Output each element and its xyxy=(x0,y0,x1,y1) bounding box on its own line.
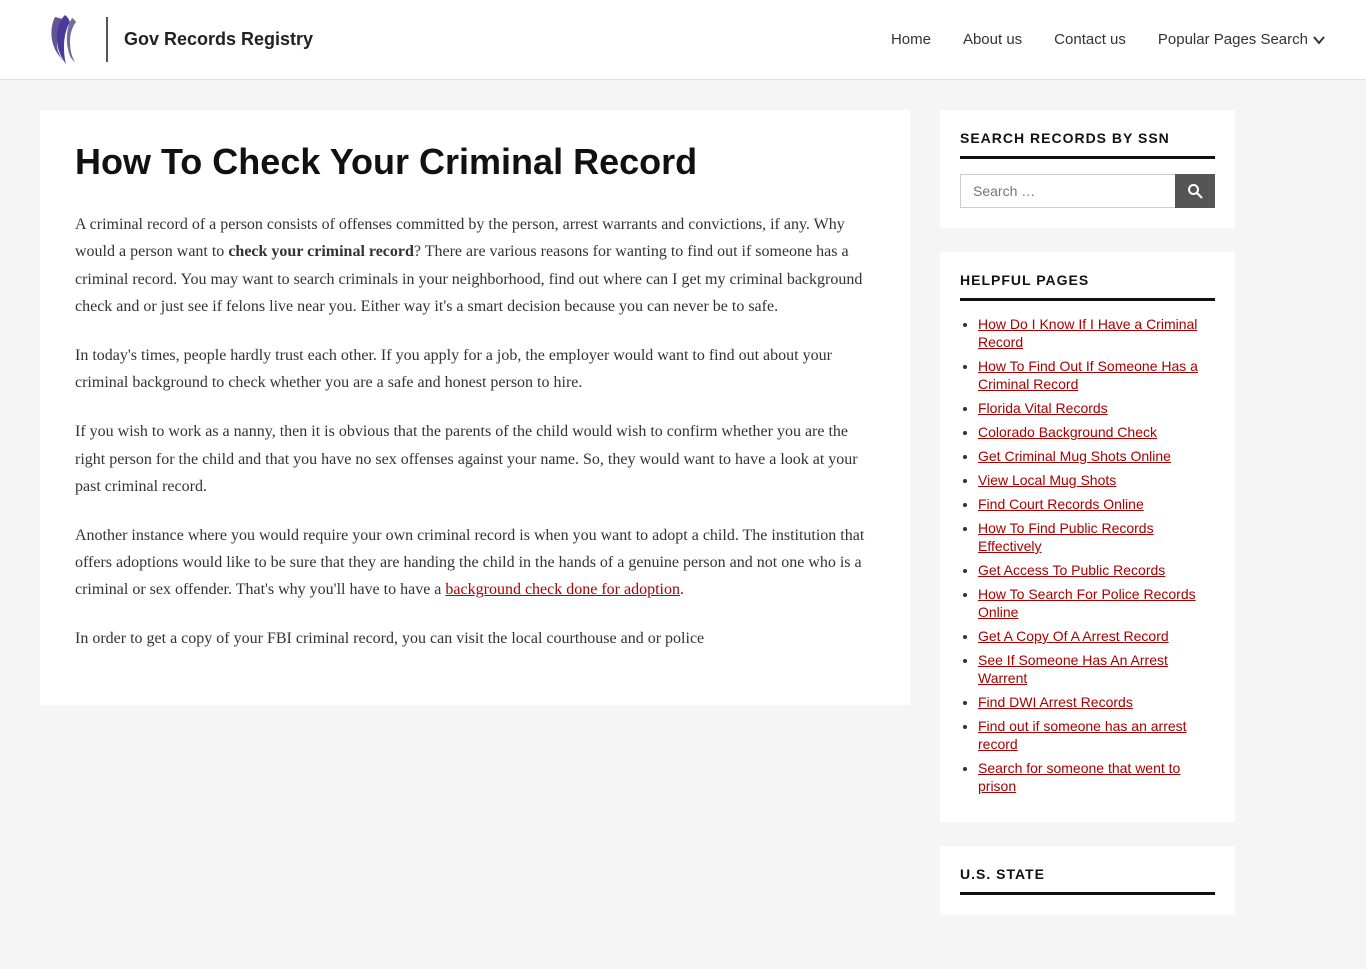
helpful-link-13[interactable]: Find out if someone has an arrest record xyxy=(978,718,1187,752)
page-wrapper: How To Check Your Criminal Record A crim… xyxy=(0,80,1366,969)
search-widget-title: SEARCH RECORDS BY SSN xyxy=(960,130,1215,159)
logo-icon xyxy=(40,12,90,67)
list-item: Find DWI Arrest Records xyxy=(978,694,1215,712)
search-widget: SEARCH RECORDS BY SSN xyxy=(940,110,1235,228)
helpful-link-10[interactable]: Get A Copy Of A Arrest Record xyxy=(978,628,1169,644)
chevron-down-icon xyxy=(1312,33,1326,47)
nav-popular-pages[interactable]: Popular Pages Search xyxy=(1158,31,1326,48)
list-item: Search for someone that went to prison xyxy=(978,760,1215,796)
search-row xyxy=(960,174,1215,208)
list-item: Get A Copy Of A Arrest Record xyxy=(978,628,1215,646)
helpful-link-14[interactable]: Search for someone that went to prison xyxy=(978,760,1180,794)
helpful-link-2[interactable]: Florida Vital Records xyxy=(978,400,1108,416)
article-paragraph-3: If you wish to work as a nanny, then it … xyxy=(75,418,875,500)
search-button[interactable] xyxy=(1175,174,1215,208)
list-item: See If Someone Has An Arrest Warrent xyxy=(978,652,1215,688)
list-item: How To Find Out If Someone Has a Crimina… xyxy=(978,358,1215,394)
helpful-link-1[interactable]: How To Find Out If Someone Has a Crimina… xyxy=(978,358,1198,392)
list-item: Get Criminal Mug Shots Online xyxy=(978,448,1215,466)
helpful-link-9[interactable]: How To Search For Police Records Online xyxy=(978,586,1196,620)
helpful-link-5[interactable]: View Local Mug Shots xyxy=(978,472,1116,488)
article-paragraph-4: Another instance where you would require… xyxy=(75,522,875,604)
article-paragraph-1: A criminal record of a person consists o… xyxy=(75,211,875,320)
search-icon xyxy=(1187,183,1203,199)
article-paragraph-5: In order to get a copy of your FBI crimi… xyxy=(75,625,875,652)
search-input[interactable] xyxy=(960,174,1175,208)
helpful-link-8[interactable]: Get Access To Public Records xyxy=(978,562,1165,578)
helpful-link-0[interactable]: How Do I Know If I Have a Criminal Recor… xyxy=(978,316,1197,350)
list-item: View Local Mug Shots xyxy=(978,472,1215,490)
page-title: How To Check Your Criminal Record xyxy=(75,140,875,183)
helpful-link-3[interactable]: Colorado Background Check xyxy=(978,424,1157,440)
list-item: How Do I Know If I Have a Criminal Recor… xyxy=(978,316,1215,352)
us-state-widget: U.S. STATE xyxy=(940,846,1235,915)
list-item: How To Find Public Records Effectively xyxy=(978,520,1215,556)
main-nav: Home About us Contact us Popular Pages S… xyxy=(891,31,1326,48)
list-item: Florida Vital Records xyxy=(978,400,1215,418)
helpful-link-7[interactable]: How To Find Public Records Effectively xyxy=(978,520,1154,554)
nav-popular-label[interactable]: Popular Pages Search xyxy=(1158,31,1308,48)
list-item: Find out if someone has an arrest record xyxy=(978,718,1215,754)
site-header: Gov Records Registry Home About us Conta… xyxy=(0,0,1366,80)
logo-text: Gov Records Registry xyxy=(124,29,313,50)
helpful-link-12[interactable]: Find DWI Arrest Records xyxy=(978,694,1133,710)
list-item: How To Search For Police Records Online xyxy=(978,586,1215,622)
logo-area[interactable]: Gov Records Registry xyxy=(40,12,313,67)
us-state-title: U.S. STATE xyxy=(960,866,1215,895)
list-item: Find Court Records Online xyxy=(978,496,1215,514)
list-item: Get Access To Public Records xyxy=(978,562,1215,580)
adoption-link[interactable]: background check done for adoption xyxy=(445,581,680,598)
helpful-link-6[interactable]: Find Court Records Online xyxy=(978,496,1144,512)
list-item: Colorado Background Check xyxy=(978,424,1215,442)
main-content: How To Check Your Criminal Record A crim… xyxy=(40,110,910,705)
nav-home[interactable]: Home xyxy=(891,31,931,48)
helpful-pages-widget: HELPFUL PAGES How Do I Know If I Have a … xyxy=(940,252,1235,822)
helpful-link-11[interactable]: See If Someone Has An Arrest Warrent xyxy=(978,652,1168,686)
sidebar: SEARCH RECORDS BY SSN HELPFUL PAGES How … xyxy=(940,110,1235,939)
helpful-link-4[interactable]: Get Criminal Mug Shots Online xyxy=(978,448,1171,464)
helpful-links-list: How Do I Know If I Have a Criminal Recor… xyxy=(960,316,1215,796)
nav-contact[interactable]: Contact us xyxy=(1054,31,1126,48)
article-paragraph-2: In today's times, people hardly trust ea… xyxy=(75,342,875,396)
helpful-pages-title: HELPFUL PAGES xyxy=(960,272,1215,301)
nav-about[interactable]: About us xyxy=(963,31,1022,48)
logo-divider xyxy=(106,17,108,62)
bold-phrase: check your criminal record xyxy=(228,243,414,260)
